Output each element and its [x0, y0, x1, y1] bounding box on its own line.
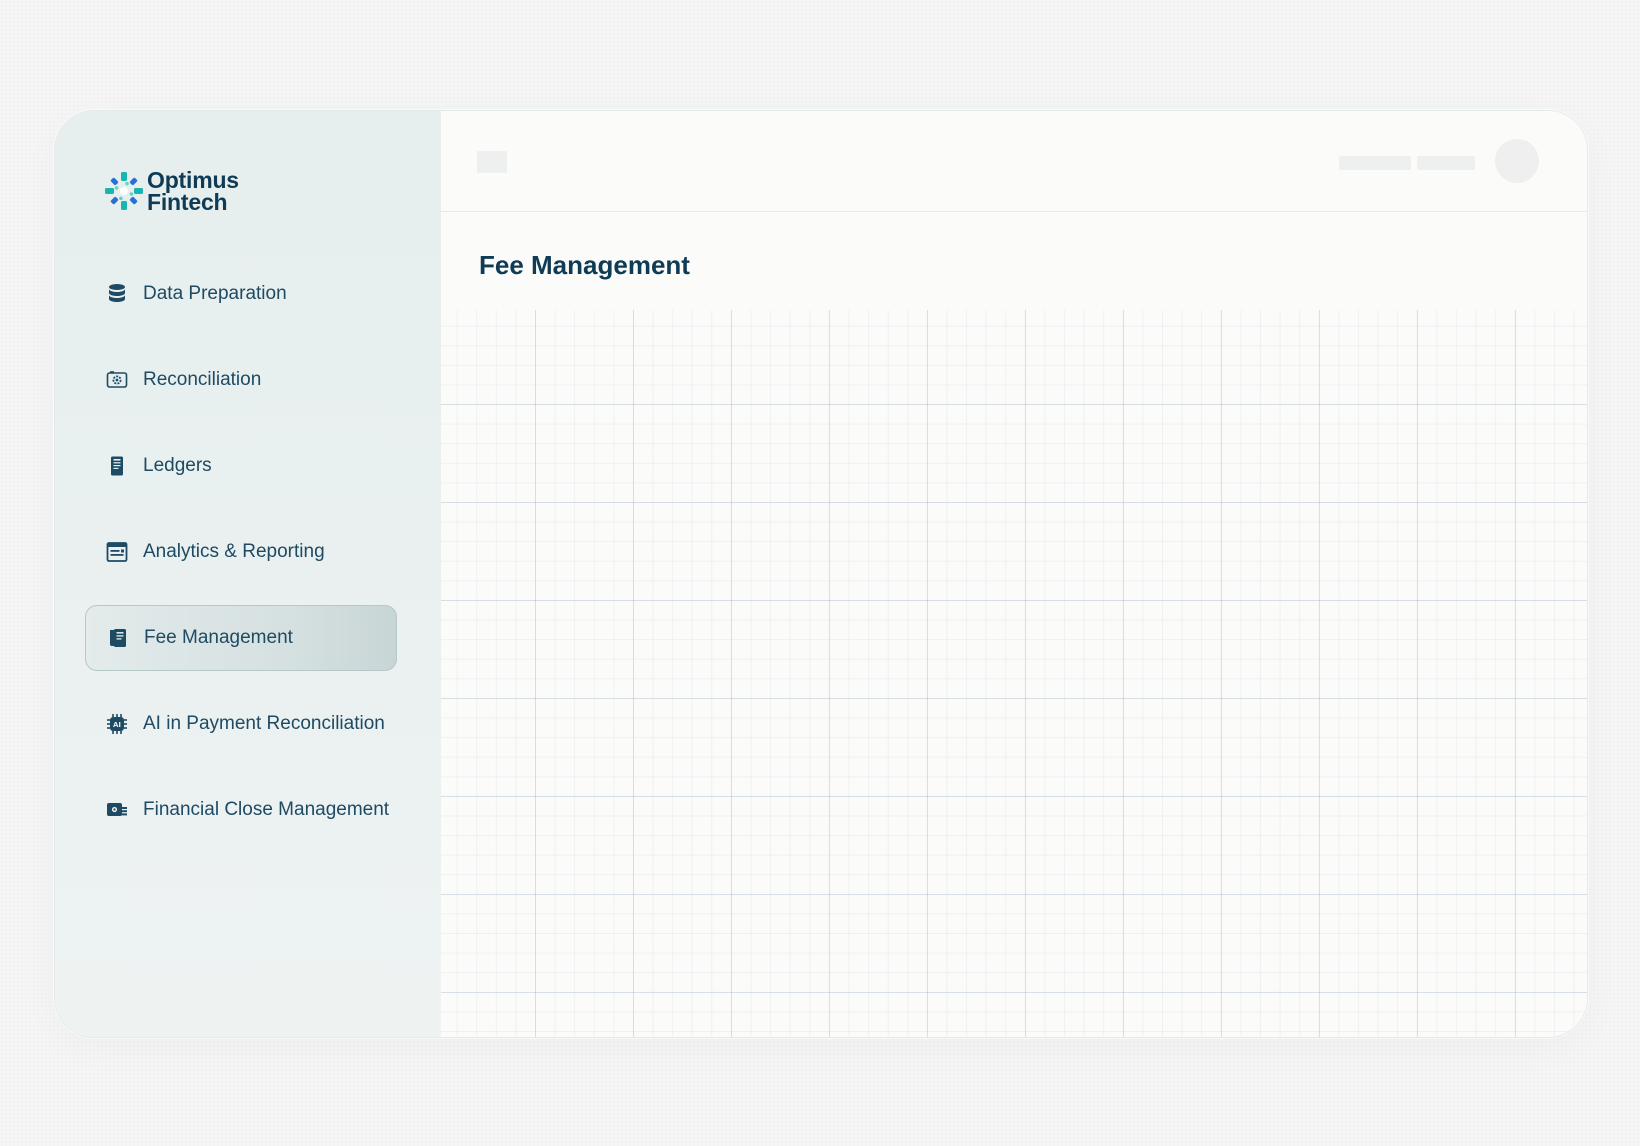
sidebar-item-label: Data Preparation: [143, 283, 287, 304]
top-bar: [441, 111, 1587, 212]
user-role-placeholder: [1417, 156, 1475, 170]
avatar[interactable]: [1495, 139, 1539, 183]
optimus-fintech-logo-icon: [105, 172, 143, 210]
sidebar-item-label: Analytics & Reporting: [143, 541, 325, 562]
report-window-icon: [106, 542, 128, 562]
sidebar-item-fee-management[interactable]: Fee Management: [85, 605, 397, 671]
main-content: Fee Management: [441, 111, 1587, 1037]
user-name-placeholder: [1339, 156, 1411, 170]
sidebar-item-financial-close-management[interactable]: Financial Close Management: [85, 777, 425, 843]
brand-name-line2: Fintech: [147, 189, 228, 215]
sidebar-item-label: Fee Management: [144, 627, 293, 648]
sidebar-item-label: Ledgers: [143, 455, 212, 476]
menu-placeholder[interactable]: [477, 151, 507, 173]
svg-text:AI: AI: [113, 721, 121, 729]
page-title: Fee Management: [479, 250, 690, 280]
brand-name: Optimus Fintech: [147, 167, 239, 215]
grid-canvas[interactable]: [441, 310, 1587, 1037]
database-icon: [109, 284, 125, 302]
app-window: Optimus Fintech Data Preparation Reconci…: [54, 110, 1588, 1038]
brand-logo[interactable]: Optimus Fintech: [103, 167, 239, 215]
ledger-book-icon: [111, 456, 123, 476]
sidebar-nav: Data Preparation Reconciliation Ledgers …: [85, 261, 425, 863]
sidebar-item-data-preparation[interactable]: Data Preparation: [85, 261, 425, 327]
sidebar: Optimus Fintech Data Preparation Reconci…: [55, 111, 441, 1037]
brand-name-line1: Optimus: [147, 167, 239, 193]
sidebar-item-ledgers[interactable]: Ledgers: [85, 433, 425, 499]
fee-document-icon: [110, 629, 126, 647]
sidebar-item-label: AI in Payment Reconciliation: [143, 713, 385, 734]
camera-gear-icon: [106, 371, 128, 388]
sidebar-item-label: Financial Close Management: [143, 799, 390, 820]
ai-chip-icon: AI: [107, 714, 127, 734]
sidebar-item-ai-payment-reconciliation[interactable]: AI AI in Payment Reconciliation: [85, 691, 425, 757]
close-wallet-icon: [107, 803, 127, 816]
sidebar-item-analytics-reporting[interactable]: Analytics & Reporting: [85, 519, 425, 585]
page-header: Fee Management: [441, 212, 1587, 310]
sidebar-item-label: Reconciliation: [143, 369, 262, 390]
sidebar-item-reconciliation[interactable]: Reconciliation: [85, 347, 425, 413]
